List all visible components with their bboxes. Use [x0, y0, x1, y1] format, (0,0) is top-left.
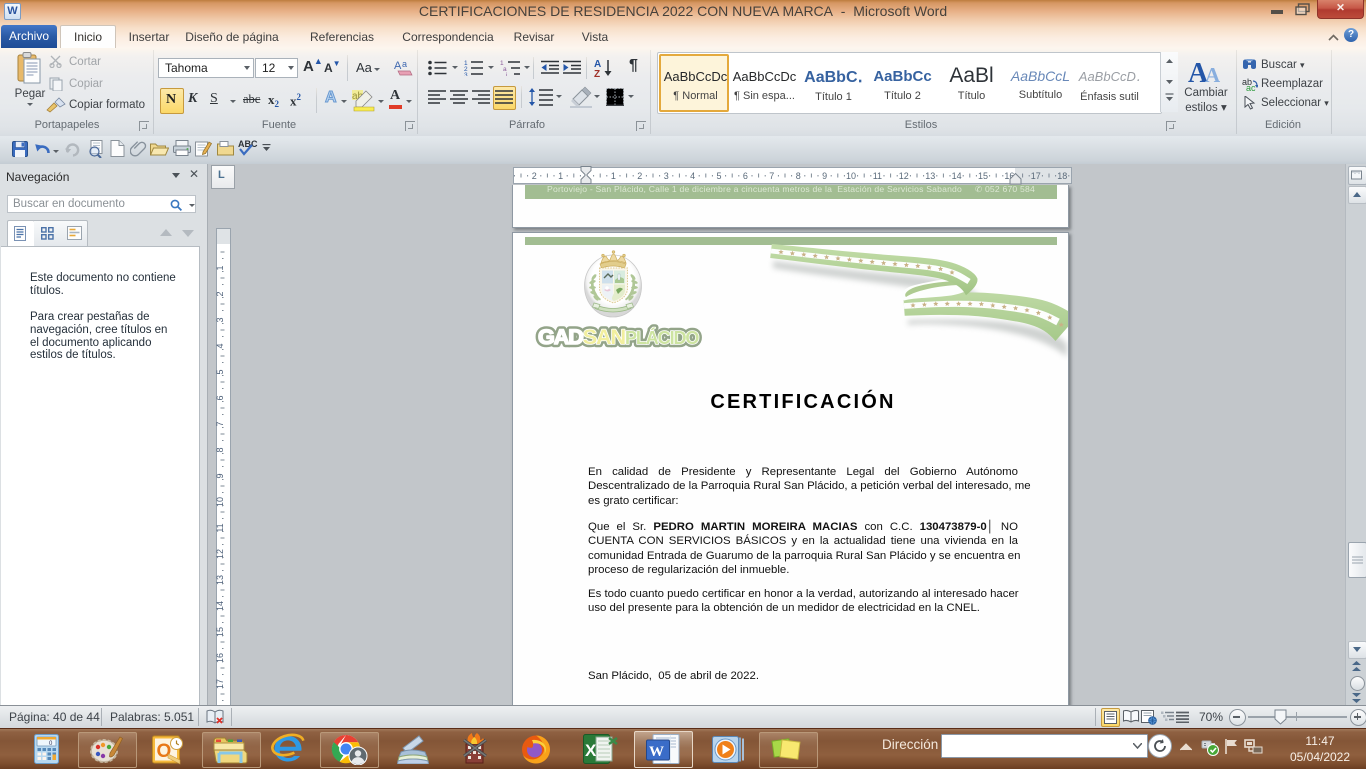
svg-text:2: 2 [532, 171, 537, 181]
svg-text:1: 1 [558, 171, 563, 181]
svg-text:4: 4 [216, 343, 225, 348]
svg-text:GADSANPLÁCIDO: GADSANPLÁCIDO [538, 324, 699, 349]
svg-text:10: 10 [846, 171, 856, 181]
svg-text:11: 11 [216, 523, 225, 532]
svg-text:13: 13 [925, 171, 935, 181]
svg-text:17: 17 [1031, 171, 1041, 181]
svg-text:6: 6 [743, 171, 748, 181]
svg-text:15: 15 [978, 171, 988, 181]
svg-text:2: 2 [216, 291, 225, 296]
svg-text:8: 8 [796, 171, 801, 181]
svg-text:i: i [506, 72, 507, 76]
svg-text:a: a [402, 59, 407, 69]
svg-text:10: 10 [216, 497, 225, 507]
svg-text:9: 9 [822, 171, 827, 181]
svg-text:18: 18 [1057, 171, 1067, 181]
svg-text:ABC: ABC [238, 139, 258, 149]
svg-text:3: 3 [464, 72, 468, 76]
svg-text:16: 16 [216, 653, 225, 663]
svg-text:5: 5 [716, 171, 721, 181]
svg-text:1: 1 [611, 171, 616, 181]
svg-text:12: 12 [216, 549, 225, 559]
svg-text:X: X [585, 741, 597, 760]
svg-text:7: 7 [216, 421, 225, 426]
svg-text:2: 2 [637, 171, 642, 181]
svg-text:Z: Z [594, 69, 600, 77]
svg-text:3: 3 [664, 171, 669, 181]
svg-text:17: 17 [216, 679, 225, 689]
svg-text:4: 4 [690, 171, 695, 181]
svg-text:11: 11 [873, 171, 882, 181]
svg-text:3: 3 [216, 317, 225, 322]
svg-text:7: 7 [769, 171, 774, 181]
svg-text:A: A [1205, 63, 1221, 86]
svg-text:6: 6 [216, 395, 225, 400]
svg-text:12: 12 [899, 171, 909, 181]
svg-text:13: 13 [216, 575, 225, 585]
svg-text:14: 14 [216, 601, 225, 611]
svg-text:14: 14 [952, 171, 962, 181]
svg-text:W: W [649, 744, 664, 760]
svg-text:ac: ac [1246, 83, 1256, 91]
svg-text:A: A [394, 60, 402, 72]
svg-text:9: 9 [216, 473, 225, 478]
svg-text:1: 1 [216, 265, 225, 270]
svg-text:15: 15 [216, 627, 225, 637]
svg-text:5: 5 [216, 369, 225, 374]
svg-text:8: 8 [216, 447, 225, 452]
